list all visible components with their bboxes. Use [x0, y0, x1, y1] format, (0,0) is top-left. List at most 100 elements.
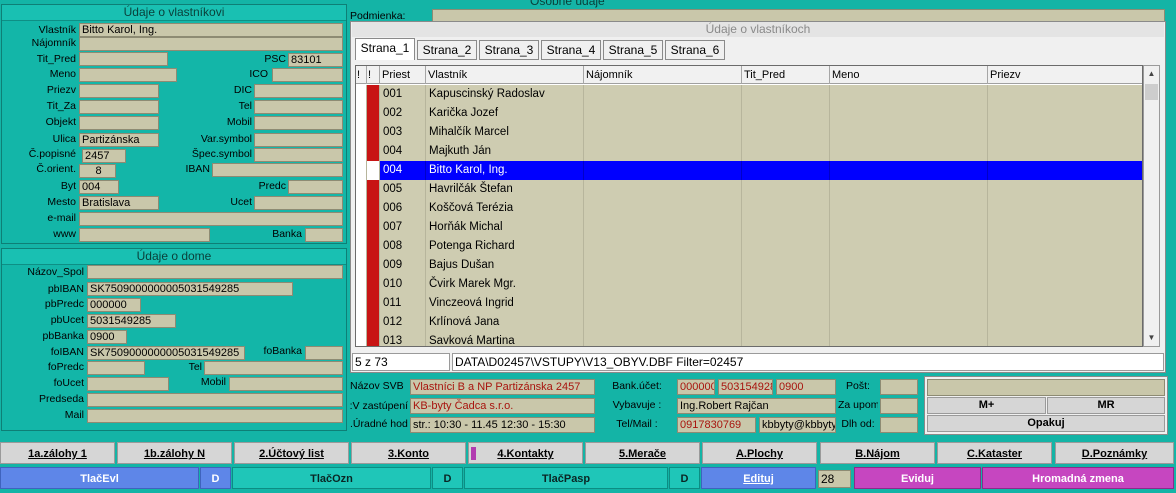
predseda-field[interactable]	[87, 393, 343, 407]
www-field[interactable]	[79, 228, 210, 242]
mesto-field[interactable]: Bratislava	[79, 196, 159, 210]
specsymbol-field[interactable]	[254, 148, 343, 162]
titza-field[interactable]	[79, 100, 159, 114]
bank-kod-field[interactable]: 0900	[776, 379, 836, 395]
zaupom-field[interactable]	[880, 398, 918, 414]
post-field[interactable]	[880, 379, 918, 395]
priezv-field[interactable]	[79, 84, 159, 98]
scroll-up-icon[interactable]: ▲	[1144, 66, 1159, 82]
tel-field[interactable]	[254, 100, 343, 114]
column-header-7[interactable]: Priezv	[988, 66, 1142, 84]
uctovy-list-button[interactable]: 2.Účtový list	[234, 442, 349, 464]
mr-button[interactable]: MR	[1047, 397, 1165, 414]
svb-mail-field[interactable]: kbbyty@kbbyty.sk	[759, 417, 836, 433]
table-row[interactable]: 013 Savková Martina	[356, 332, 1142, 346]
vybavuje-field[interactable]: Ing.Robert Rajčan	[677, 398, 836, 414]
table-row[interactable]: 009 Bajus Dušan	[356, 256, 1142, 275]
foiban-field[interactable]: SK7509000000005031549285	[87, 346, 245, 360]
column-header-4[interactable]: Nájomník	[584, 66, 742, 84]
table-row[interactable]: 011 Vinczeová Ingrid	[356, 294, 1142, 313]
tlacozn-button[interactable]: TlačOzn	[232, 467, 431, 489]
grid-scrollbar[interactable]: ▲ ▼	[1143, 65, 1160, 347]
tlacpasp-d-button[interactable]: D	[669, 467, 700, 489]
svb-nazov-field[interactable]: Vlastníci B a NP Partizánska 2457	[410, 379, 595, 395]
iban-field[interactable]	[212, 163, 343, 177]
table-row[interactable]: 003 Mihalčík Marcel	[356, 123, 1142, 142]
table-row[interactable]: 002 Karička Jozef	[356, 104, 1142, 123]
zalohy-n-button[interactable]: 1b.zálohy N	[117, 442, 232, 464]
column-header-0[interactable]: !	[356, 66, 367, 84]
house-mobil-field[interactable]	[229, 377, 343, 391]
dic-field[interactable]	[254, 84, 343, 98]
tlacpasp-button[interactable]: TlačPasp	[464, 467, 668, 489]
meno-field[interactable]	[79, 68, 177, 82]
konto-button[interactable]: 3.Konto	[351, 442, 466, 464]
ulica-field[interactable]: Partizánska	[79, 133, 159, 147]
najomnik-field[interactable]	[79, 37, 343, 51]
predc-field[interactable]	[288, 180, 343, 194]
psc-field[interactable]: 83101	[288, 53, 343, 67]
titpred-field[interactable]	[79, 52, 168, 66]
byt-field[interactable]: 004	[79, 180, 119, 194]
scroll-thumb[interactable]	[1145, 84, 1158, 100]
bank-ucet-field[interactable]: 5031549285	[718, 379, 773, 395]
table-row[interactable]: 004 Bitto Karol, Ing.	[356, 161, 1142, 180]
foucet-field[interactable]	[87, 377, 169, 391]
tlacozn-d-button[interactable]: D	[432, 467, 463, 489]
email-field[interactable]	[79, 212, 343, 226]
mobil-field[interactable]	[254, 116, 343, 130]
table-row[interactable]: 001 Kapuscinský Radoslav	[356, 85, 1142, 104]
pbpredc-field[interactable]: 000000	[87, 298, 141, 312]
tab-strana-2[interactable]: Strana_2	[417, 40, 477, 60]
dlhod-field[interactable]	[880, 417, 918, 433]
column-header-5[interactable]: Tit_Pred	[742, 66, 830, 84]
banka-field[interactable]	[305, 228, 343, 242]
column-header-1[interactable]: !	[367, 66, 380, 84]
ucet-field[interactable]	[254, 196, 343, 210]
tab-strana-4[interactable]: Strana_4	[541, 40, 601, 60]
zalohy-1-button[interactable]: 1a.zálohy 1	[0, 442, 115, 464]
tlacevl-d-button[interactable]: D	[200, 467, 231, 489]
ico-field[interactable]	[272, 68, 343, 82]
kataster-button[interactable]: C.Kataster	[937, 442, 1052, 464]
edituj-button[interactable]: Edituj	[701, 467, 816, 489]
nazov-spol-field[interactable]	[87, 265, 343, 279]
kontakty-button[interactable]: 4.Kontakty	[468, 442, 583, 464]
plochy-button[interactable]: A.Plochy	[702, 442, 817, 464]
scroll-down-icon[interactable]: ▼	[1144, 330, 1159, 346]
table-row[interactable]: 007 Horňák Michal	[356, 218, 1142, 237]
vlastnik-field[interactable]: Bitto Karol, Ing.	[79, 23, 343, 37]
table-row[interactable]: 005 Havrilčák Štefan	[356, 180, 1142, 199]
bank-predc-field[interactable]: 000000	[677, 379, 715, 395]
varsymbol-field[interactable]	[254, 133, 343, 147]
column-header-6[interactable]: Meno	[830, 66, 988, 84]
merace-button[interactable]: 5.Merače	[585, 442, 700, 464]
fobanka-field[interactable]	[305, 346, 343, 360]
pbucet-field[interactable]: 5031549285	[87, 314, 176, 328]
table-row[interactable]: 008 Potenga Richard	[356, 237, 1142, 256]
svb-zast-field[interactable]: KB-byty Čadca s.r.o.	[410, 398, 595, 414]
corient-field[interactable]: 8	[79, 164, 116, 178]
owners-grid[interactable]: !! Priest Vlastník Nájomník Tit_Pred Meno Prie…	[355, 65, 1143, 347]
pbiban-field[interactable]: SK7509000000005031549285	[87, 282, 293, 296]
mplus-button[interactable]: M+	[927, 397, 1046, 414]
tab-strana-6[interactable]: Strana_6	[665, 40, 725, 60]
poznamky-button[interactable]: D.Poznámky	[1055, 442, 1174, 464]
eviduj-button[interactable]: Eviduj	[854, 467, 981, 489]
table-row[interactable]: 004 Majkuth Ján	[356, 142, 1142, 161]
objekt-field[interactable]	[79, 116, 159, 130]
column-header-2[interactable]: Priest	[380, 66, 426, 84]
najom-button[interactable]: B.Nájom	[820, 442, 935, 464]
tab-strana-5[interactable]: Strana_5	[603, 40, 663, 60]
tab-strana-3[interactable]: Strana_3	[479, 40, 539, 60]
opakuj-button[interactable]: Opakuj	[927, 415, 1165, 432]
fopredc-field[interactable]	[87, 361, 145, 375]
tlacevl-button[interactable]: TlačEvl	[0, 467, 199, 489]
table-row[interactable]: 012 Krlínová Jana	[356, 313, 1142, 332]
svb-hod-field[interactable]: str.: 10:30 - 11.45 12:30 - 15:30	[410, 417, 595, 433]
pbbanka-field[interactable]: 0900	[87, 330, 127, 344]
hromadna-zmena-button[interactable]: Hromadná zmena	[982, 467, 1174, 489]
table-row[interactable]: 010 Čvirk Marek Mgr.	[356, 275, 1142, 294]
column-header-3[interactable]: Vlastník	[426, 66, 584, 84]
cpopisne-field[interactable]: 2457	[82, 149, 126, 163]
